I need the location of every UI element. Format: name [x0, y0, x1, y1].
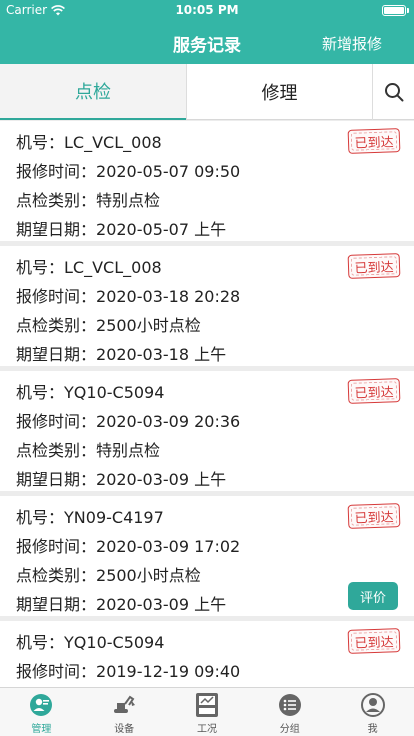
machine-value: YN09-C4197: [64, 508, 164, 527]
expected-date-value: 2020-05-07 上午: [96, 220, 227, 239]
record-card[interactable]: 机号：YQ10-C5094 报修时间：2020-03-09 20:36 点检类别…: [0, 371, 414, 491]
tabbar-item-group[interactable]: 分组: [248, 688, 331, 736]
tabbar-item-manage[interactable]: 管理: [0, 688, 83, 736]
tabbar-item-status[interactable]: 工况: [166, 688, 249, 736]
machine-row: 机号：YQ10-C5094: [16, 633, 165, 652]
report-time-value: 2019-12-19 09:40: [96, 662, 241, 681]
inspect-type-value: 特别点检: [96, 441, 161, 460]
arrived-stamp: 已到达: [347, 128, 401, 154]
inspect-type-value: 2500小时点检: [96, 566, 201, 585]
report-time-row: 报修时间：2019-12-19 09:40: [16, 662, 241, 681]
inspect-type-row: 点检类别：2500小时点检: [16, 566, 201, 585]
arrived-stamp: 已到达: [347, 253, 401, 279]
tabbar-label: 我: [367, 724, 378, 735]
machine-row: 机号：LC_VCL_008: [16, 133, 162, 152]
report-time-value: 2020-05-07 09:50: [96, 162, 241, 181]
report-time-value: 2020-03-09 17:02: [96, 537, 241, 556]
segment-tabs: 点检 修理: [0, 64, 414, 120]
machine-row: 机号：YQ10-C5094: [16, 383, 165, 402]
arrived-stamp: 已到达: [347, 628, 401, 654]
nav-bar: 服务记录 新增报修: [0, 20, 414, 64]
report-time-value: 2020-03-09 20:36: [96, 412, 241, 431]
rate-button[interactable]: 评价: [348, 582, 398, 610]
record-card[interactable]: 机号：LC_VCL_008 报修时间：2020-05-07 09:50 点检类别…: [0, 121, 414, 241]
machine-row: 机号：LC_VCL_008: [16, 258, 162, 277]
tabbar-label: 管理: [31, 724, 52, 735]
record-list[interactable]: 机号：LC_VCL_008 报修时间：2020-05-07 09:50 点检类别…: [0, 121, 414, 687]
list-icon: [278, 694, 301, 716]
tabbar-label: 设备: [114, 724, 135, 735]
excavator-icon: [114, 695, 136, 713]
expected-date-value: 2020-03-09 上午: [96, 595, 227, 614]
report-time-row: 报修时间：2020-05-07 09:50: [16, 162, 241, 181]
report-time-value: 2020-03-18 20:28: [96, 287, 241, 306]
record-card[interactable]: 机号：LC_VCL_008 报修时间：2020-03-18 20:28 点检类别…: [0, 246, 414, 366]
battery-icon: [382, 5, 406, 16]
inspect-type-value: 特别点检: [96, 191, 161, 210]
user-icon: [360, 693, 385, 717]
machine-value: YQ10-C5094: [64, 383, 165, 402]
tabbar-item-equipment[interactable]: 设备: [83, 688, 166, 736]
arrived-stamp: 已到达: [347, 503, 401, 529]
report-time-row: 报修时间：2020-03-09 17:02: [16, 537, 241, 556]
report-time-row: 报修时间：2020-03-18 20:28: [16, 287, 241, 306]
machine-value: LC_VCL_008: [64, 133, 162, 152]
status-bar: Carrier 10:05 PM: [0, 0, 414, 20]
inspect-type-value: 2500小时点检: [96, 316, 201, 335]
report-time-row: 报修时间：2020-03-09 20:36: [16, 412, 241, 431]
add-repair-button[interactable]: 新增报修: [322, 33, 382, 54]
bottom-tab-bar: 管理 设备 工况 分组 我: [0, 687, 414, 736]
record-card[interactable]: 机号：YQ10-C5094 报修时间：2019-12-19 09:40 已到达: [0, 621, 414, 687]
expected-date-row: 期望日期：2020-03-18 上午: [16, 345, 227, 364]
machine-value: LC_VCL_008: [64, 258, 162, 277]
expected-date-value: 2020-03-09 上午: [96, 470, 227, 489]
arrived-stamp: 已到达: [347, 378, 401, 404]
manage-icon: [30, 694, 53, 716]
battery-nub: [407, 8, 409, 13]
tab-inspection[interactable]: 点检: [0, 64, 186, 120]
tabbar-label: 工况: [196, 724, 217, 735]
clock: 10:05 PM: [175, 3, 239, 17]
inspect-type-row: 点检类别：特别点检: [16, 441, 161, 460]
expected-date-row: 期望日期：2020-03-09 上午: [16, 470, 227, 489]
gauge-icon: [195, 693, 218, 717]
expected-date-value: 2020-03-18 上午: [96, 345, 227, 364]
machine-row: 机号：YN09-C4197: [16, 508, 164, 527]
expected-date-row: 期望日期：2020-05-07 上午: [16, 220, 227, 239]
expected-date-row: 期望日期：2020-03-09 上午: [16, 595, 227, 614]
inspect-type-row: 点检类别：2500小时点检: [16, 316, 201, 335]
tab-repair[interactable]: 修理: [186, 64, 372, 120]
tabbar-label: 分组: [279, 724, 300, 735]
search-button[interactable]: [372, 64, 414, 120]
inspect-type-row: 点检类别：特别点检: [16, 191, 161, 210]
tabbar-item-me[interactable]: 我: [331, 688, 414, 736]
machine-value: YQ10-C5094: [64, 633, 165, 652]
record-card[interactable]: 机号：YN09-C4197 报修时间：2020-03-09 17:02 点检类别…: [0, 496, 414, 616]
search-icon: [384, 83, 403, 102]
